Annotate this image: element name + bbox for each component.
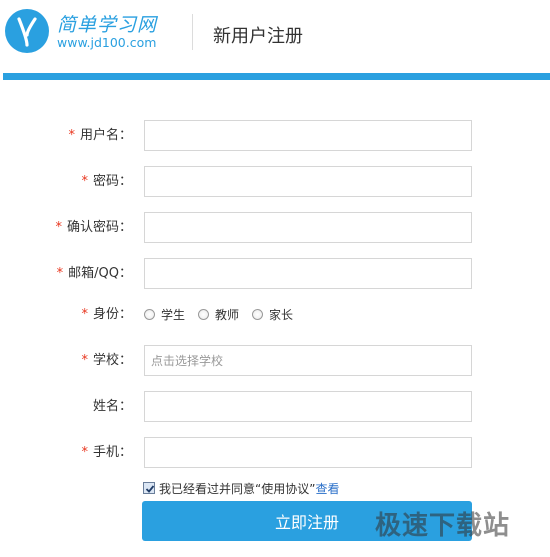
radio-parent[interactable] — [252, 309, 264, 320]
name-input[interactable] — [145, 392, 471, 421]
checkmark-icon — [145, 485, 155, 493]
phone-label: * 手机： — [81, 445, 132, 460]
password-field[interactable] — [144, 166, 472, 197]
email-label: * 邮箱/QQ： — [56, 266, 132, 281]
phone-field[interactable] — [144, 437, 472, 468]
agreement-row: 我已经看过并同意“使用协议” 查看 — [143, 480, 339, 496]
watermark: 极速下载站 — [375, 511, 511, 541]
identity-option-student[interactable]: 学生 — [144, 306, 185, 323]
logo-url: www.jd100.com — [57, 35, 157, 50]
email-input[interactable] — [145, 259, 471, 288]
radio-student[interactable] — [144, 309, 155, 320]
name-field[interactable] — [144, 391, 472, 422]
confirm-password-label: * 确认密码： — [55, 220, 132, 235]
confirm-password-input[interactable] — [145, 213, 471, 242]
row-name: 姓名： — [0, 391, 550, 422]
username-field[interactable] — [144, 120, 472, 151]
password-label: * 密码： — [81, 174, 132, 189]
row-phone: * 手机： — [0, 437, 550, 468]
identity-radio-group: 学生 教师 家长 — [144, 299, 306, 330]
header: 简单学习网 www.jd100.com 新用户注册 — [0, 0, 550, 72]
email-field[interactable] — [144, 258, 472, 289]
identity-option-parent[interactable]: 家长 — [252, 306, 293, 323]
logo-icon[interactable] — [5, 9, 49, 53]
logo-text: 简单学习网 — [57, 14, 158, 36]
identity-option-teacher[interactable]: 教师 — [198, 306, 239, 323]
username-input[interactable] — [145, 121, 471, 150]
header-accent-bar — [3, 73, 550, 80]
school-select-input[interactable] — [145, 346, 471, 375]
row-school: * 学校： — [0, 345, 550, 376]
agreement-text: 我已经看过并同意“使用协议” — [159, 481, 316, 496]
confirm-password-field[interactable] — [144, 212, 472, 243]
school-field[interactable] — [144, 345, 472, 376]
name-label: 姓名： — [92, 399, 132, 414]
radio-teacher[interactable] — [198, 309, 210, 320]
page-title: 新用户注册 — [213, 26, 303, 47]
row-identity: * 身份： 学生 教师 家长 — [0, 299, 550, 330]
header-divider — [192, 14, 193, 50]
school-label: * 学校： — [81, 353, 132, 368]
row-confirm-password: * 确认密码： — [0, 212, 550, 243]
row-username: * 用户名： — [0, 120, 550, 151]
phone-input[interactable] — [145, 438, 471, 467]
view-agreement-link[interactable]: 查看 — [315, 480, 339, 497]
username-label: * 用户名： — [68, 128, 132, 143]
identity-label: * 身份： — [81, 307, 132, 322]
row-password: * 密码： — [0, 166, 550, 197]
row-email: * 邮箱/QQ： — [0, 258, 550, 289]
agreement-checkbox[interactable] — [143, 482, 155, 494]
password-input[interactable] — [145, 167, 471, 196]
